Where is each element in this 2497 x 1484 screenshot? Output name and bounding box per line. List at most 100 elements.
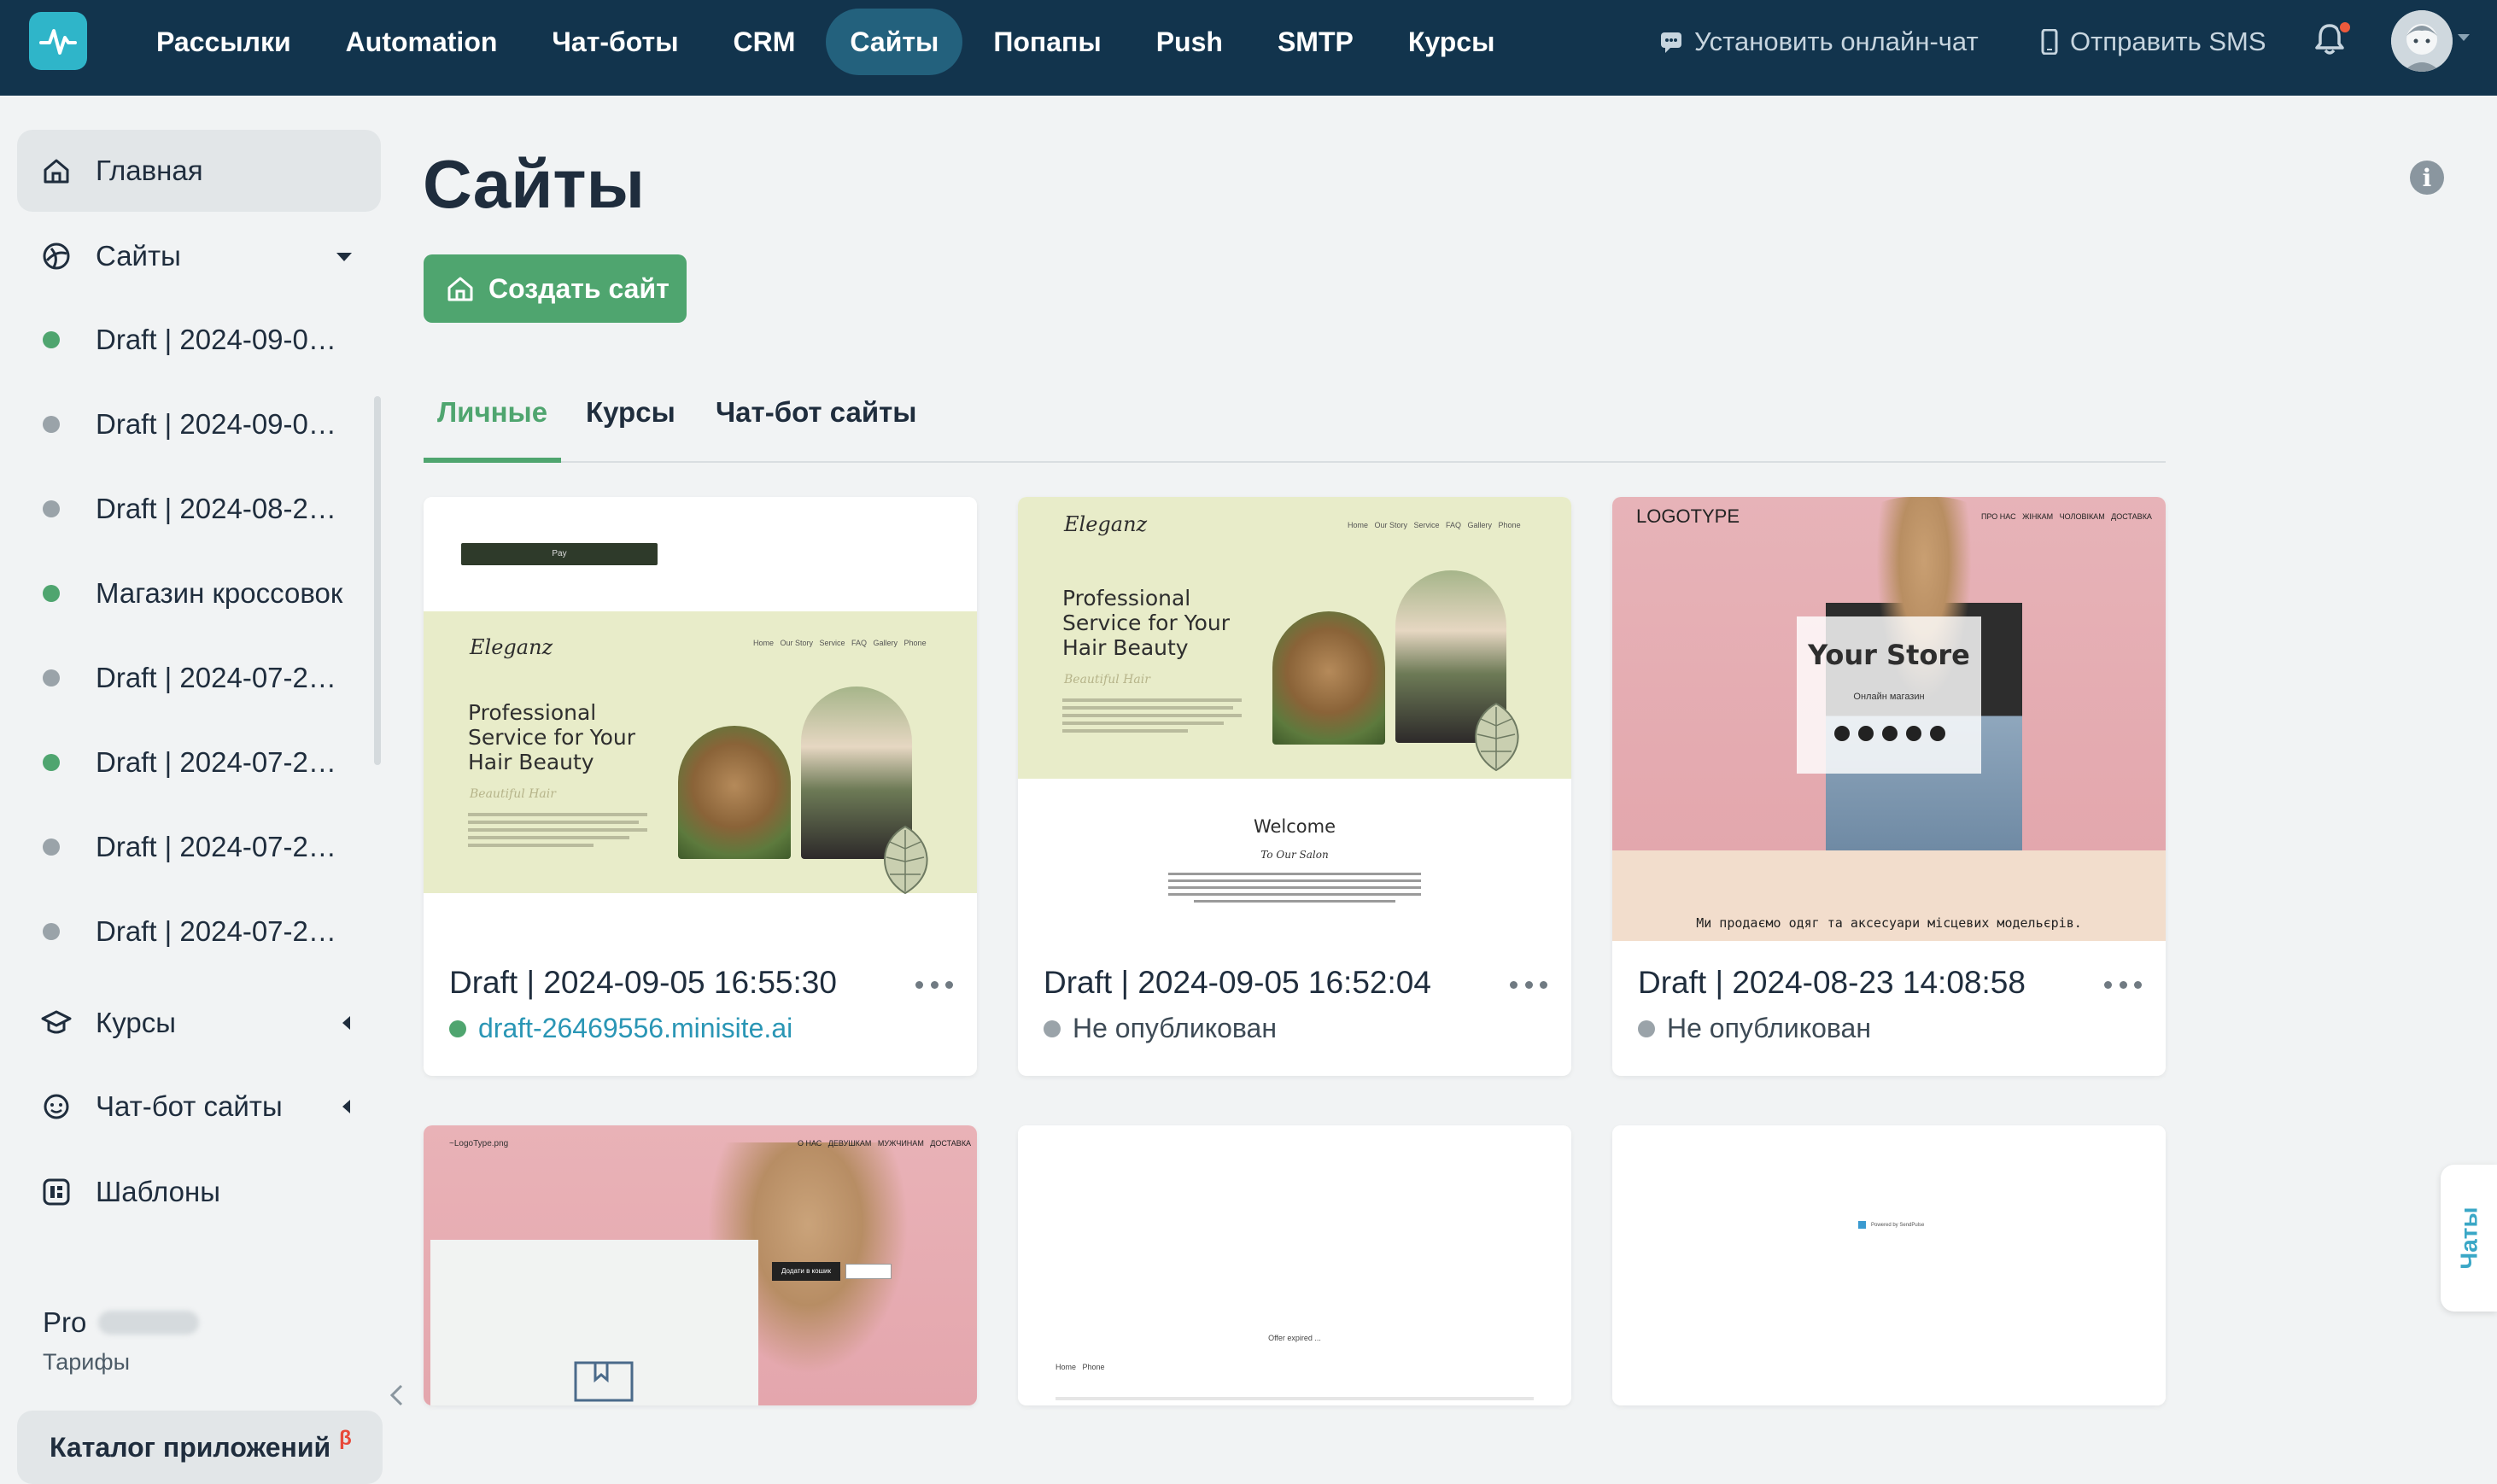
site-card[interactable]: Powered by SendPulse [1612,1125,2166,1405]
unpublished-status-dot [1044,1020,1061,1037]
chatbot-icon [41,1091,72,1122]
send-sms-link[interactable]: Отправить SMS [2041,9,2266,75]
powered-by-badge: Powered by SendPulse [1858,1221,1924,1229]
nav-item-8[interactable]: Курсы [1384,9,1519,75]
book-icon [574,1361,634,1402]
create-site-button[interactable]: Создать сайт [424,254,687,323]
install-chat-label: Установить онлайн-чат [1694,26,1979,56]
sidebar-site-item[interactable]: Draft | 2024-07-2… [17,889,381,973]
sidebar-site-item[interactable]: Draft | 2024-08-23 14:08:58 [17,466,381,551]
site-preview-thumbnail[interactable]: Offer expired ... Home Phone [1018,1125,1571,1405]
site-preview-thumbnail[interactable]: ~LogoType.png О НАС ДЕВУШКАМ МУЖЧИНАМ ДО… [424,1125,977,1405]
product-image-placeholder [430,1240,758,1405]
unpublished-status-dot [43,415,60,433]
template-hair-photo [1272,611,1385,745]
nav-item-2[interactable]: Чат-боты [528,9,702,75]
chats-side-tab[interactable]: Чаты [2441,1165,2497,1312]
sidebar-site-item[interactable]: Draft | 2024-07-2… [17,804,381,889]
site-preview-thumbnail[interactable]: Eleganz Home Our Story Service FAQ Galle… [1018,497,1571,941]
unpublished-status-dot [43,500,60,517]
more-options-icon[interactable] [2104,972,2142,997]
info-icon[interactable]: i [2410,161,2444,195]
unpublished-status-dot [43,838,60,856]
template-nav: Home Our Story Service FAQ Gallery Phone [753,639,927,647]
sidebar-item-label: Чат-бот сайты [96,1090,283,1122]
avatar-chevron-down-icon[interactable] [2458,34,2470,41]
install-online-chat-link[interactable]: Установить онлайн-чат [1660,9,1979,75]
sites-tabs: Личные Курсы Чат-бот сайты [424,388,2166,463]
sidebar-site-item[interactable]: Draft | 2024-09-05 16:55:30 [17,297,381,382]
nav-item-6[interactable]: Push [1132,9,1247,75]
sidebar-item-label: Главная [96,155,203,186]
sidebar-item-label: Шаблоны [96,1176,220,1207]
tariffs-link[interactable]: Тарифы [43,1349,199,1376]
sidebar-item-sites[interactable]: Сайты [17,215,381,297]
site-card[interactable]: Offer expired ... Home Phone [1018,1125,1571,1405]
nav-item-7[interactable]: SMTP [1254,9,1377,75]
sidebar-site-item[interactable]: Draft | 2024-07-2… [17,635,381,720]
app-catalog-label: Каталог приложений [50,1431,331,1463]
site-url-link[interactable]: draft-26469556.minisite.ai [449,1013,792,1044]
unpublished-status-dot [1638,1020,1655,1037]
collapse-sidebar-icon[interactable] [388,1383,406,1407]
site-card[interactable]: LOGOTYPE ПРО НАС ЖІНКАМ ЧОЛОВІКАМ ДОСТАВ… [1612,497,2166,1076]
published-status-dot [43,753,60,771]
leaf-decoration-icon [884,825,928,895]
graduation-cap-icon [41,1008,72,1038]
chevron-left-icon [342,1100,350,1113]
sidebar-scrollbar[interactable] [374,396,381,765]
site-preview-thumbnail[interactable]: Pay Eleganz Home Our Story Service FAQ G… [424,497,977,941]
tab-courses[interactable]: Курсы [572,388,689,463]
published-status-dot [43,584,60,602]
sidebar-item-home[interactable]: Главная [17,130,381,212]
template-hero-text: Professional Service for Your Hair Beauty [1062,586,1231,660]
sites-submenu: Draft | 2024-09-05 16:55:30 Draft | 2024-… [17,297,381,1031]
chevron-left-icon [342,1016,350,1030]
site-card[interactable]: ~LogoType.png О НАС ДЕВУШКАМ МУЖЧИНАМ ДО… [424,1125,977,1405]
sidebar-site-item[interactable]: Draft | 2024-07-2… [17,720,381,804]
more-options-icon[interactable] [915,972,953,997]
chat-bubble-icon [1661,32,1681,53]
site-preview-thumbnail[interactable]: LOGOTYPE ПРО НАС ЖІНКАМ ЧОЛОВІКАМ ДОСТАВ… [1612,497,2166,941]
sidebar-site-label: Draft | 2024-09-05 16:55:30 [96,323,352,355]
sidebar-item-label: Сайты [96,240,181,272]
tab-personal[interactable]: Личные [424,388,562,463]
nav-item-1[interactable]: Automation [322,9,522,75]
sidebar-site-label: Draft | 2024-09-05 16:52:04 [96,407,352,440]
site-name: Draft | 2024-09-05 16:52:04 [1044,965,1431,1000]
create-site-label: Создать сайт [488,272,670,304]
nav-item-0[interactable]: Рассылки [132,9,315,75]
tab-chatbot-sites[interactable]: Чат-бот сайты [702,388,930,463]
sidebar-item-courses[interactable]: Курсы [17,982,381,1064]
social-icons [1834,726,1945,741]
user-avatar[interactable] [2391,10,2453,72]
site-name: Draft | 2024-09-05 16:55:30 [449,965,837,1000]
site-card[interactable]: Pay Eleganz Home Our Story Service FAQ G… [424,497,977,1076]
home-icon [41,155,72,186]
page-title: Сайты [423,146,645,222]
unpublished-status-dot [43,669,60,686]
sidebar-item-chatbot-sites[interactable]: Чат-бот сайты [17,1066,381,1148]
nav-item-3[interactable]: CRM [710,9,820,75]
site-status: Не опубликован [1638,1013,1871,1044]
sidebar-item-templates[interactable]: Шаблоны [17,1151,381,1233]
globe-icon [41,241,72,272]
sidebar-site-item[interactable]: Магазин кроссовок [17,551,381,635]
app-catalog-button[interactable]: Каталог приложений β [17,1411,383,1484]
plan-name: Pro [43,1306,87,1338]
more-options-icon[interactable] [1510,972,1547,997]
plan-block[interactable]: Pro Тарифы [43,1306,200,1376]
site-preview-thumbnail[interactable]: Powered by SendPulse [1612,1125,2166,1405]
phone-icon [2041,29,2058,55]
template-hero-text: Professional Service for Your Hair Beauty [468,700,636,774]
notification-badge [2338,20,2352,34]
pulse-logo-icon[interactable] [29,12,87,70]
nav-item-4[interactable]: Сайты [826,9,963,75]
main-nav: Рассылки Automation Чат-боты CRM Сайты Попапы… [132,9,1525,75]
sidebar-site-label: Draft | 2024-07-2… [96,661,336,693]
nav-item-5[interactable]: Попапы [969,9,1125,75]
templates-icon [41,1177,72,1207]
sidebar-site-label: Draft | 2024-07-2… [96,830,336,862]
sidebar-site-item[interactable]: Draft | 2024-09-05 16:52:04 [17,382,381,466]
site-card[interactable]: Eleganz Home Our Story Service FAQ Galle… [1018,497,1571,1076]
